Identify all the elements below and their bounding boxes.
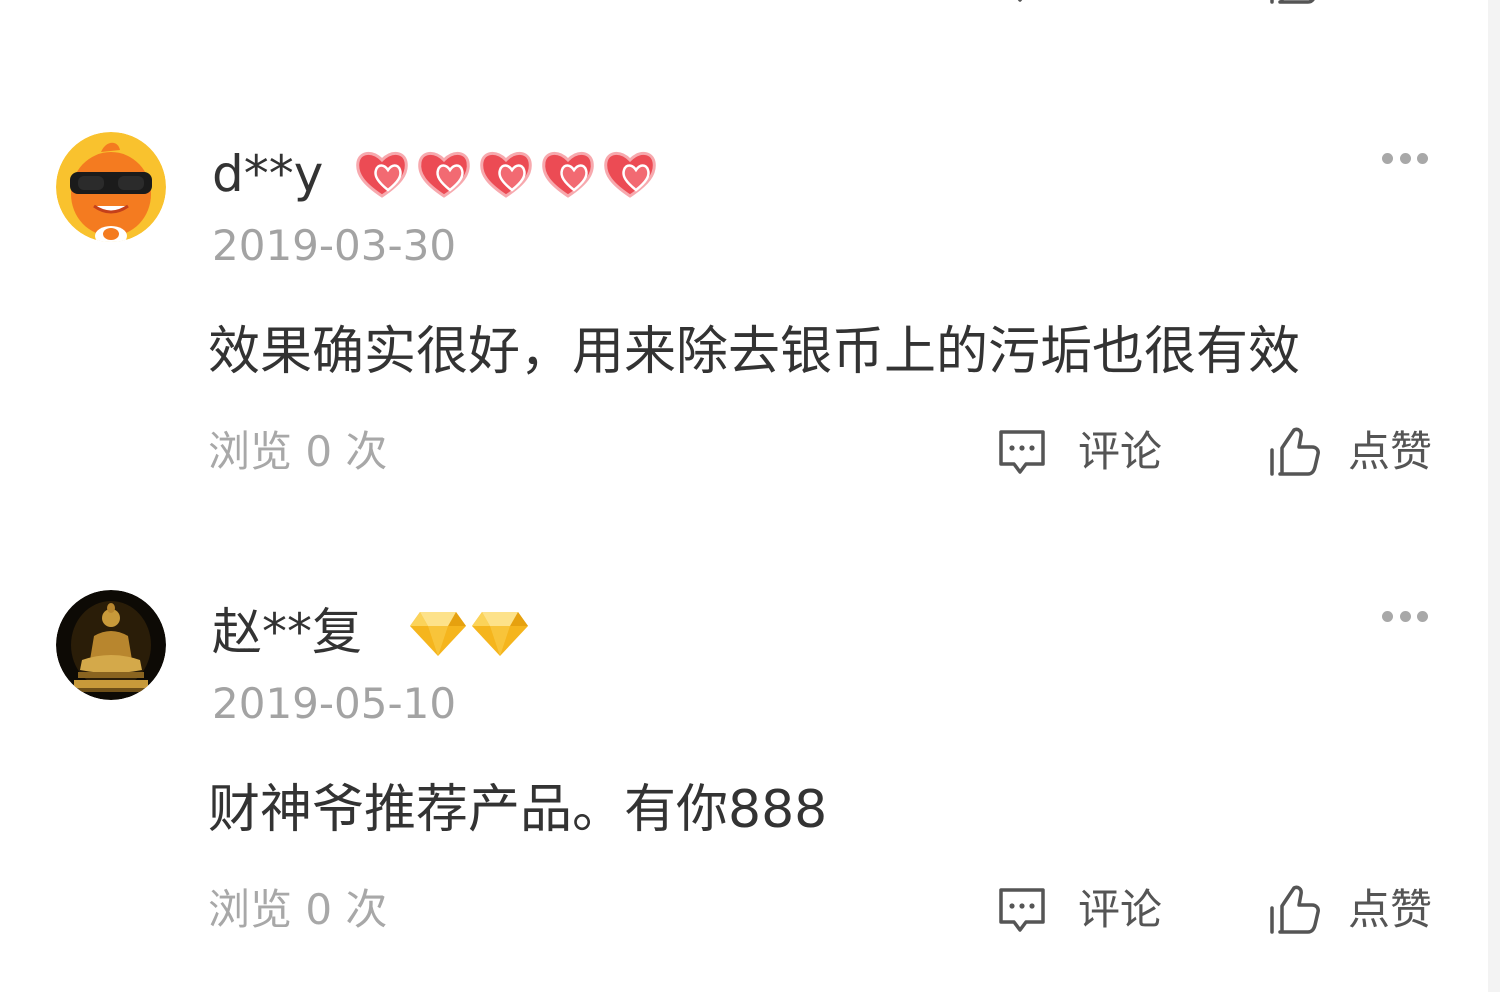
- comment-list-page: 浏览 0 次 评论 点赞: [0, 0, 1500, 992]
- comment-date: 2019-05-10: [212, 679, 457, 728]
- comment-button-label: 评论: [1078, 0, 1162, 10]
- thumbs-up-icon: [1270, 427, 1320, 476]
- comment-bubble-icon: [999, 430, 1045, 474]
- comment-button[interactable]: 评论: [996, 0, 1162, 10]
- thumbs-up-icon: [1270, 885, 1320, 934]
- comment-button[interactable]: 评论: [996, 422, 1162, 482]
- like-button[interactable]: 点赞: [1268, 422, 1432, 482]
- like-button[interactable]: 点赞: [1268, 880, 1432, 940]
- comment-date: 2019-03-30: [212, 221, 457, 270]
- like-button-label: 点赞: [1348, 885, 1433, 934]
- comment-item: 赵**复 2019-05-10 财神爷推荐产品。有你888 浏览 0 次 评论 …: [0, 586, 1500, 992]
- more-dots-icon[interactable]: [1382, 606, 1428, 626]
- orange-mascot-sunglasses-avatar-icon: [56, 132, 166, 242]
- heart-badge-icon: [604, 152, 656, 198]
- comment-button[interactable]: 评论: [996, 880, 1162, 940]
- comment-item: d**y 2019-03-30 效果确实很好，用来除去银币上的污垢也很有效 浏览…: [0, 128, 1500, 548]
- like-button[interactable]: 点赞: [1268, 0, 1432, 10]
- comment-footer: 浏览 0 次 评论 点赞: [0, 880, 1500, 940]
- view-count: 浏览 0 次: [208, 427, 388, 476]
- member-badges: [352, 144, 660, 204]
- user-avatar[interactable]: [56, 132, 166, 242]
- username[interactable]: 赵**复: [212, 600, 362, 664]
- username[interactable]: d**y: [212, 142, 323, 206]
- thumbs-up-icon: [1270, 0, 1315, 4]
- previous-comment-footer: 浏览 0 次 评论 点赞: [0, 0, 1500, 10]
- view-count: 浏览 0 次: [208, 885, 388, 934]
- user-avatar[interactable]: [56, 590, 166, 700]
- heart-badge-icon: [480, 152, 532, 198]
- comment-bubble-icon: [999, 888, 1045, 932]
- member-badges: [408, 602, 530, 662]
- comment-footer: 浏览 0 次 评论 点赞: [0, 422, 1500, 482]
- more-dots-icon[interactable]: [1382, 148, 1428, 168]
- like-button-label: 点赞: [1348, 427, 1433, 476]
- heart-badge-icon: [418, 152, 470, 198]
- golden-buddha-avatar-icon: [56, 590, 166, 700]
- heart-badge-icon: [542, 152, 594, 198]
- scrollbar-track[interactable]: [1488, 0, 1500, 992]
- diamond-badge-icon: [472, 612, 528, 656]
- comment-text: 效果确实很好，用来除去银币上的污垢也很有效: [208, 322, 1301, 382]
- comment-button-label: 评论: [1078, 885, 1163, 934]
- like-button-label: 点赞: [1348, 0, 1432, 10]
- view-count: 浏览 0 次: [208, 0, 379, 10]
- heart-badge-icon: [356, 152, 408, 198]
- comment-bubble-icon: [1017, 0, 1023, 2]
- comment-text: 财神爷推荐产品。有你888: [208, 780, 828, 840]
- comment-button-label: 评论: [1078, 427, 1163, 476]
- diamond-badge-icon: [410, 612, 466, 656]
